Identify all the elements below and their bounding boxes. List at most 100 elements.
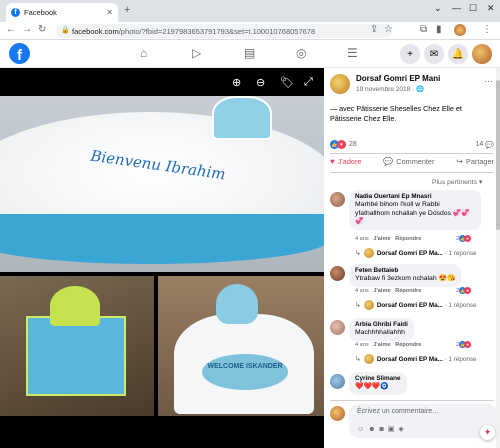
baby-shoe-decoration (212, 96, 272, 140)
extensions-icon[interactable]: ⧉ (420, 24, 427, 35)
view-replies-link[interactable]: ↳ Dorsaf Gomri EP Ma... · 1 réponse (355, 354, 477, 364)
facebook-header: f ⌂ ▷ ▤ ◎ ☰ + ✉ 🔔 (0, 40, 500, 68)
view-replies-link[interactable]: ↳ Dorsaf Gomri EP Ma... · 1 réponse (355, 248, 477, 258)
emoji-icon[interactable]: ☻ (368, 426, 379, 433)
my-avatar (330, 406, 345, 421)
reply-author: Dorsaf Gomri EP Ma... (376, 301, 443, 309)
comment-reactions[interactable]: 2 👍 ♥ (456, 235, 474, 242)
cake-photo-top: Bienvenu Ibrahim (0, 96, 324, 272)
marketplace-icon[interactable]: ▤ (244, 46, 255, 60)
menu-icon[interactable]: ☰ (347, 46, 358, 60)
reactions-summary[interactable]: 👍 ♥ 28 14 💬 (330, 140, 494, 149)
commenter-avatar[interactable] (330, 374, 345, 389)
share-button[interactable]: ↪ Partager (456, 157, 494, 166)
comment-meta: 4 ans J'aime Répondre (355, 288, 421, 294)
minimize-icon[interactable]: — (452, 3, 461, 13)
fullscreen-icon[interactable]: ⤢ (304, 76, 313, 89)
comment-age: 4 ans (355, 342, 369, 348)
lock-icon: 🔒 (61, 27, 70, 34)
reload-icon[interactable]: ↻ (38, 24, 46, 35)
address-bar[interactable]: 🔒 facebook.com/photo/?fbid=2197983653791… (56, 24, 392, 38)
cake-photo-gift (0, 276, 154, 416)
maximize-icon[interactable]: ☐ (469, 3, 477, 14)
comment-list: Nadia Ouertani Ep Mnasri Marhbé bihom l'… (330, 190, 498, 400)
comment-reply-button[interactable]: Répondre (395, 236, 421, 242)
forward-icon[interactable]: → (22, 24, 32, 35)
tag-icon[interactable]: 🏷 (280, 76, 294, 89)
facebook-logo[interactable]: f (9, 43, 30, 64)
comment-reply-button[interactable]: Répondre (395, 288, 421, 294)
messenger-icon[interactable]: ✉ (424, 44, 444, 64)
reply-author-avatar (363, 248, 374, 258)
comment-age: 4 ans (355, 236, 369, 242)
close-window-icon[interactable]: ✕ (487, 3, 495, 14)
watch-icon[interactable]: ▷ (192, 46, 201, 60)
chevron-down-icon[interactable]: ⌄ (434, 3, 442, 14)
comment-count-link[interactable]: 14 💬 (475, 141, 494, 149)
gif-icon[interactable]: ▣ (388, 426, 399, 433)
gift-bow (50, 286, 100, 326)
comment-bubble-icon: 💬 (485, 141, 494, 149)
tab-title: Facebook (24, 8, 57, 17)
comment-reactions[interactable]: 2 👍 ♥ (456, 287, 474, 294)
commenter-avatar[interactable] (330, 320, 345, 335)
comment-composer: Écrivez un commentaire… ☺☻◙▣◈ (330, 404, 500, 444)
gift-box-cake (26, 316, 126, 396)
avatar-sticker-icon[interactable]: ☺ (357, 426, 368, 433)
commenter-avatar[interactable] (330, 192, 345, 207)
account-avatar[interactable] (472, 44, 492, 64)
comment-bubble: Nadia Ouertani Ep Mnasri Marhbé bihom l'… (349, 190, 481, 230)
view-replies-link[interactable]: ↳ Dorsaf Gomri EP Ma... · 1 réponse (355, 300, 477, 310)
love-reaction-icon: ♥ (464, 287, 472, 294)
close-tab-icon[interactable]: ✕ (106, 8, 113, 17)
camera-icon[interactable]: ◙ (380, 426, 388, 433)
reply-arrow-icon: ↳ (355, 356, 361, 363)
scrollbar-thumb[interactable] (496, 80, 500, 230)
author-name[interactable]: Dorsaf Gomri EP Mani (356, 74, 440, 83)
side-panel-icon[interactable]: ▮ (436, 24, 442, 35)
divider (330, 400, 494, 401)
cake-photo-collage: Bienvenu Ibrahim WELCOME ISKANDER (0, 96, 324, 416)
home-icon[interactable]: ⌂ (140, 46, 147, 60)
profile-avatar[interactable] (454, 24, 466, 36)
love-button[interactable]: ♥ J'adore (330, 157, 361, 166)
zoom-out-icon[interactable]: ⊖ (256, 76, 265, 89)
sticker-icon[interactable]: ◈ (398, 426, 407, 433)
messenger-chat-icon[interactable]: ✦ (480, 425, 495, 440)
photo-viewer[interactable]: ⊕ ⊖ 🏷 ⤢ Bienvenu Ibrahim WELCOME ISKANDE… (0, 68, 324, 448)
divider (330, 153, 494, 154)
new-tab-icon[interactable]: + (124, 4, 130, 16)
back-icon[interactable]: ← (6, 24, 16, 35)
comment-reply-button[interactable]: Répondre (395, 342, 421, 348)
comment-age: 4 ans (355, 288, 369, 294)
comment-input[interactable]: Écrivez un commentaire… ☺☻◙▣◈ (349, 404, 497, 438)
divider (330, 172, 494, 173)
comment-button[interactable]: 💬 Commenter (383, 157, 434, 166)
zoom-in-icon[interactable]: ⊕ (232, 76, 241, 89)
commenter-avatar[interactable] (330, 266, 345, 281)
browser-menu-icon[interactable]: ⋮ (482, 24, 492, 35)
comment-like-button[interactable]: J'aime (373, 342, 390, 348)
bookmark-star-icon[interactable]: ☆ (384, 24, 393, 35)
post-date-text: 19 novembre 2018 · (356, 86, 416, 93)
reply-count: · 1 réponse (444, 301, 477, 309)
share-page-icon[interactable]: ⇪ (370, 24, 378, 35)
notifications-icon[interactable]: 🔔 (448, 44, 468, 64)
comment-sort-dropdown[interactable]: Plus pertinents ▾ (432, 178, 482, 186)
love-reaction-icon: ♥ (464, 341, 472, 348)
commenter-name[interactable]: Cyrine Slimane (355, 375, 401, 382)
browser-tab-facebook[interactable]: f Facebook ✕ (6, 3, 118, 22)
commenter-name[interactable]: Feten Bettaieb (355, 267, 455, 274)
groups-icon[interactable]: ◎ (296, 46, 306, 60)
comment-reactions[interactable]: 2 👍 ♥ (456, 341, 474, 348)
comment-like-button[interactable]: J'aime (373, 236, 390, 242)
commenter-name[interactable]: Nadia Ouertani Ep Mnasri (355, 193, 475, 200)
author-avatar[interactable] (330, 74, 350, 94)
comment-icon: 💬 (383, 157, 394, 166)
cake-plaque: WELCOME ISKANDER (202, 354, 288, 390)
more-options-icon[interactable]: ··· (484, 76, 493, 86)
commenter-name[interactable]: Arbia Ghribi Faidi (355, 321, 408, 328)
create-icon[interactable]: + (400, 44, 420, 64)
comment-count: 14 (475, 141, 484, 148)
comment-like-button[interactable]: J'aime (373, 288, 390, 294)
